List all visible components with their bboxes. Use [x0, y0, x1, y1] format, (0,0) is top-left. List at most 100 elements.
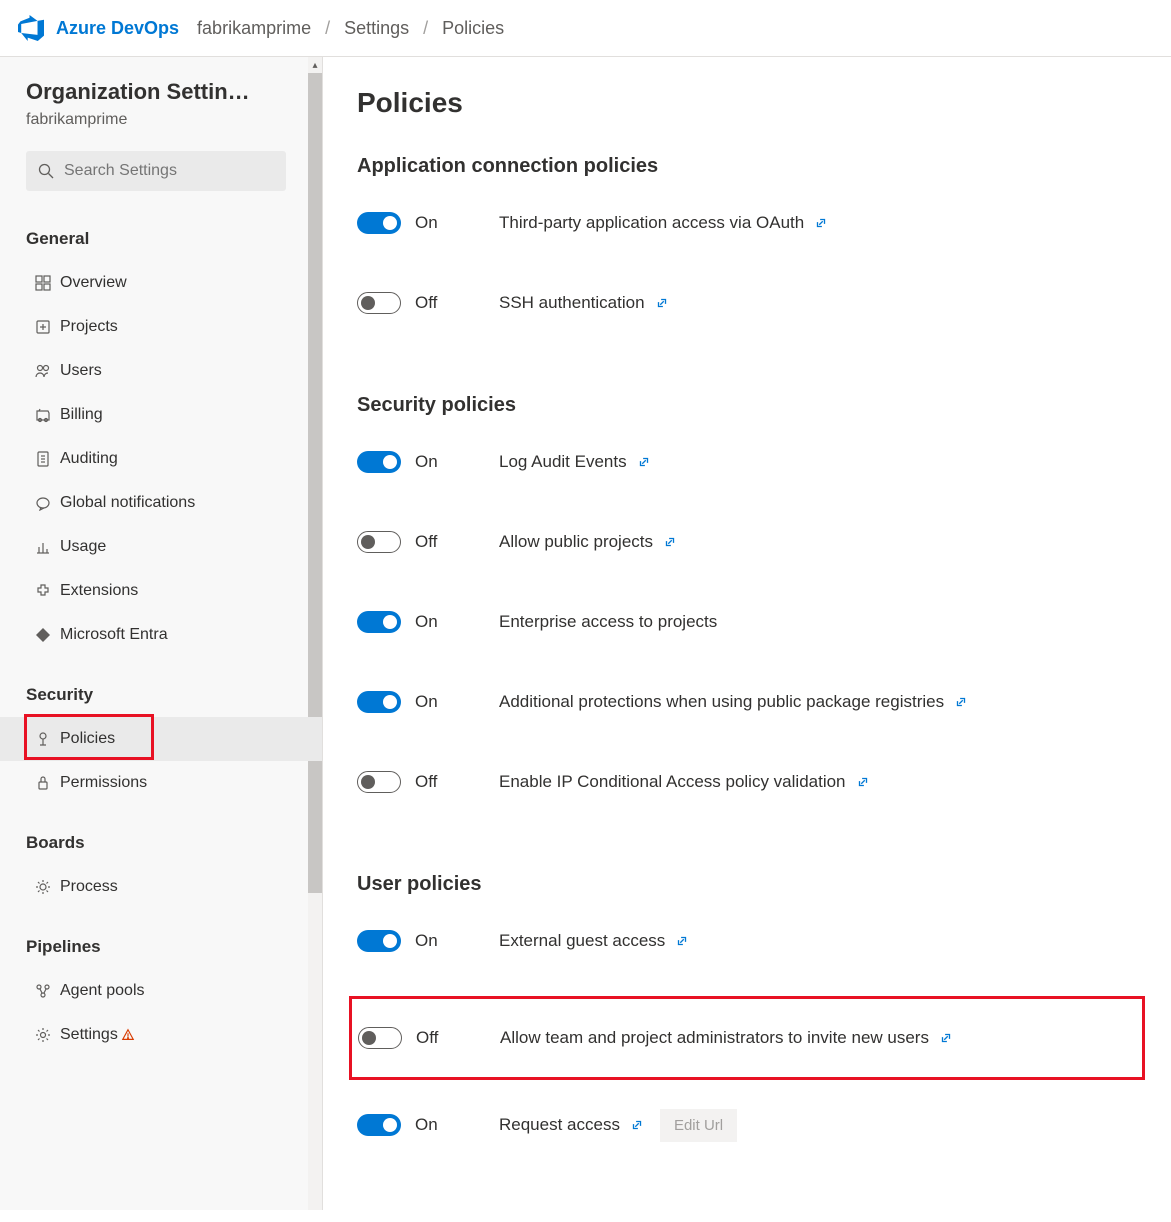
sidebar-item-billing[interactable]: Billing [26, 393, 296, 437]
sidebar-item-users[interactable]: Users [26, 349, 296, 393]
auditing-icon [30, 451, 56, 467]
breadcrumb-settings[interactable]: Settings [344, 18, 409, 39]
sidebar-item-microsoft-entra[interactable]: Microsoft Entra [26, 613, 296, 657]
link-icon[interactable] [939, 1031, 953, 1045]
policy-description: Additional protections when using public… [499, 692, 944, 712]
toggle-state-label: On [415, 692, 499, 712]
policy-ssh: Off SSH authentication [357, 278, 1137, 328]
policy-description: Log Audit Events [499, 452, 627, 472]
link-icon[interactable] [630, 1118, 644, 1132]
sidebar-item-label: Permissions [60, 774, 147, 792]
toggle-ssh[interactable] [357, 292, 401, 314]
policy-description: SSH authentication [499, 293, 645, 313]
toggle-state-label: Off [416, 1028, 500, 1048]
toggle-audit[interactable] [357, 451, 401, 473]
edit-url-button[interactable]: Edit Url [660, 1109, 737, 1142]
users-icon [30, 363, 56, 379]
policy-request-access: On Request accessEdit Url [357, 1100, 1137, 1150]
toggle-state-label: On [415, 612, 499, 632]
group-user-policies: User policies [357, 873, 1137, 896]
toggle-invite-users[interactable] [358, 1027, 402, 1049]
policy-public-projects: Off Allow public projects [357, 517, 1137, 567]
policy-enterprise-access: On Enterprise access to projects [357, 597, 1137, 647]
policy-description: Allow team and project administrators to… [500, 1028, 929, 1048]
scroll-up-icon[interactable]: ▴ [308, 57, 322, 73]
settings-icon [30, 1027, 56, 1043]
brand-link[interactable]: Azure DevOps [56, 18, 179, 39]
link-icon[interactable] [655, 296, 669, 310]
breadcrumb-org[interactable]: fabrikamprime [197, 18, 311, 39]
search-settings[interactable] [26, 151, 286, 191]
policy-description: Enable IP Conditional Access policy vali… [499, 772, 846, 792]
sidebar-item-label: Overview [60, 274, 127, 292]
sidebar-title: Organization Settin… [26, 79, 296, 105]
policy-invite-users: Off Allow team and project administrator… [358, 1013, 1136, 1063]
toggle-state-label: On [415, 452, 499, 472]
section-security: Security [26, 675, 296, 717]
sidebar-item-policies[interactable]: Policies [0, 717, 322, 761]
link-icon[interactable] [637, 455, 651, 469]
policy-external-guest: On External guest access [357, 916, 1137, 966]
breadcrumb-policies[interactable]: Policies [442, 18, 504, 39]
link-icon[interactable] [675, 934, 689, 948]
toggle-state-label: On [415, 213, 499, 233]
toggle-external-guest[interactable] [357, 930, 401, 952]
policies-icon [30, 731, 56, 747]
sidebar-item-label: Process [60, 878, 118, 896]
sidebar-item-agent-pools[interactable]: Agent pools [26, 969, 296, 1013]
toggle-ip-conditional[interactable] [357, 771, 401, 793]
usage-icon [30, 539, 56, 555]
sidebar-item-extensions[interactable]: Extensions [26, 569, 296, 613]
policy-package-registries: On Additional protections when using pub… [357, 677, 1137, 727]
policy-description: Third-party application access via OAuth [499, 213, 804, 233]
page-title: Policies [357, 87, 1137, 119]
azure-devops-logo-icon[interactable] [18, 15, 44, 41]
link-icon[interactable] [663, 535, 677, 549]
policy-audit: On Log Audit Events [357, 437, 1137, 487]
breadcrumb-separator: / [325, 18, 330, 39]
toggle-public-projects[interactable] [357, 531, 401, 553]
sidebar-item-overview[interactable]: Overview [26, 261, 296, 305]
section-general: General [26, 219, 296, 261]
extensions-icon [30, 583, 56, 599]
link-icon[interactable] [814, 216, 828, 230]
sidebar-item-label: Settings [60, 1026, 118, 1044]
toggle-request-access[interactable] [357, 1114, 401, 1136]
toggle-package-registries[interactable] [357, 691, 401, 713]
toggle-state-label: Off [415, 293, 499, 313]
sidebar-item-settings[interactable]: Settings [26, 1013, 296, 1057]
policy-description: Allow public projects [499, 532, 653, 552]
sidebar-item-projects[interactable]: Projects [26, 305, 296, 349]
search-input[interactable] [64, 162, 274, 180]
sidebar-item-label: Users [60, 362, 102, 380]
sidebar-item-label: Microsoft Entra [60, 626, 168, 644]
sidebar-item-auditing[interactable]: Auditing [26, 437, 296, 481]
policy-description: Enterprise access to projects [499, 612, 717, 632]
sidebar-item-process[interactable]: Process [26, 865, 296, 909]
sidebar-item-usage[interactable]: Usage [26, 525, 296, 569]
toggle-oauth[interactable] [357, 212, 401, 234]
sidebar: ▴ Organization Settin… fabrikamprime Gen… [0, 57, 323, 1210]
agent-pools-icon [30, 983, 56, 999]
projects-icon [30, 319, 56, 335]
sidebar-item-label: Billing [60, 406, 103, 424]
policy-description: External guest access [499, 931, 665, 951]
entra-icon [30, 627, 56, 643]
scrollbar-thumb[interactable] [308, 73, 322, 893]
policy-oauth: On Third-party application access via OA… [357, 198, 1137, 248]
sidebar-item-global-notifications[interactable]: Global notifications [26, 481, 296, 525]
breadcrumb-separator: / [423, 18, 428, 39]
sidebar-item-label: Projects [60, 318, 118, 336]
section-pipelines: Pipelines [26, 927, 296, 969]
group-application-connection: Application connection policies [357, 155, 1137, 178]
sidebar-scrollbar[interactable]: ▴ [308, 57, 322, 1210]
overview-icon [30, 275, 56, 291]
sidebar-item-permissions[interactable]: Permissions [26, 761, 296, 805]
notifications-icon [30, 495, 56, 511]
link-icon[interactable] [856, 775, 870, 789]
link-icon[interactable] [954, 695, 968, 709]
billing-icon [30, 407, 56, 423]
toggle-enterprise-access[interactable] [357, 611, 401, 633]
toggle-state-label: On [415, 931, 499, 951]
toggle-state-label: On [415, 1115, 499, 1135]
